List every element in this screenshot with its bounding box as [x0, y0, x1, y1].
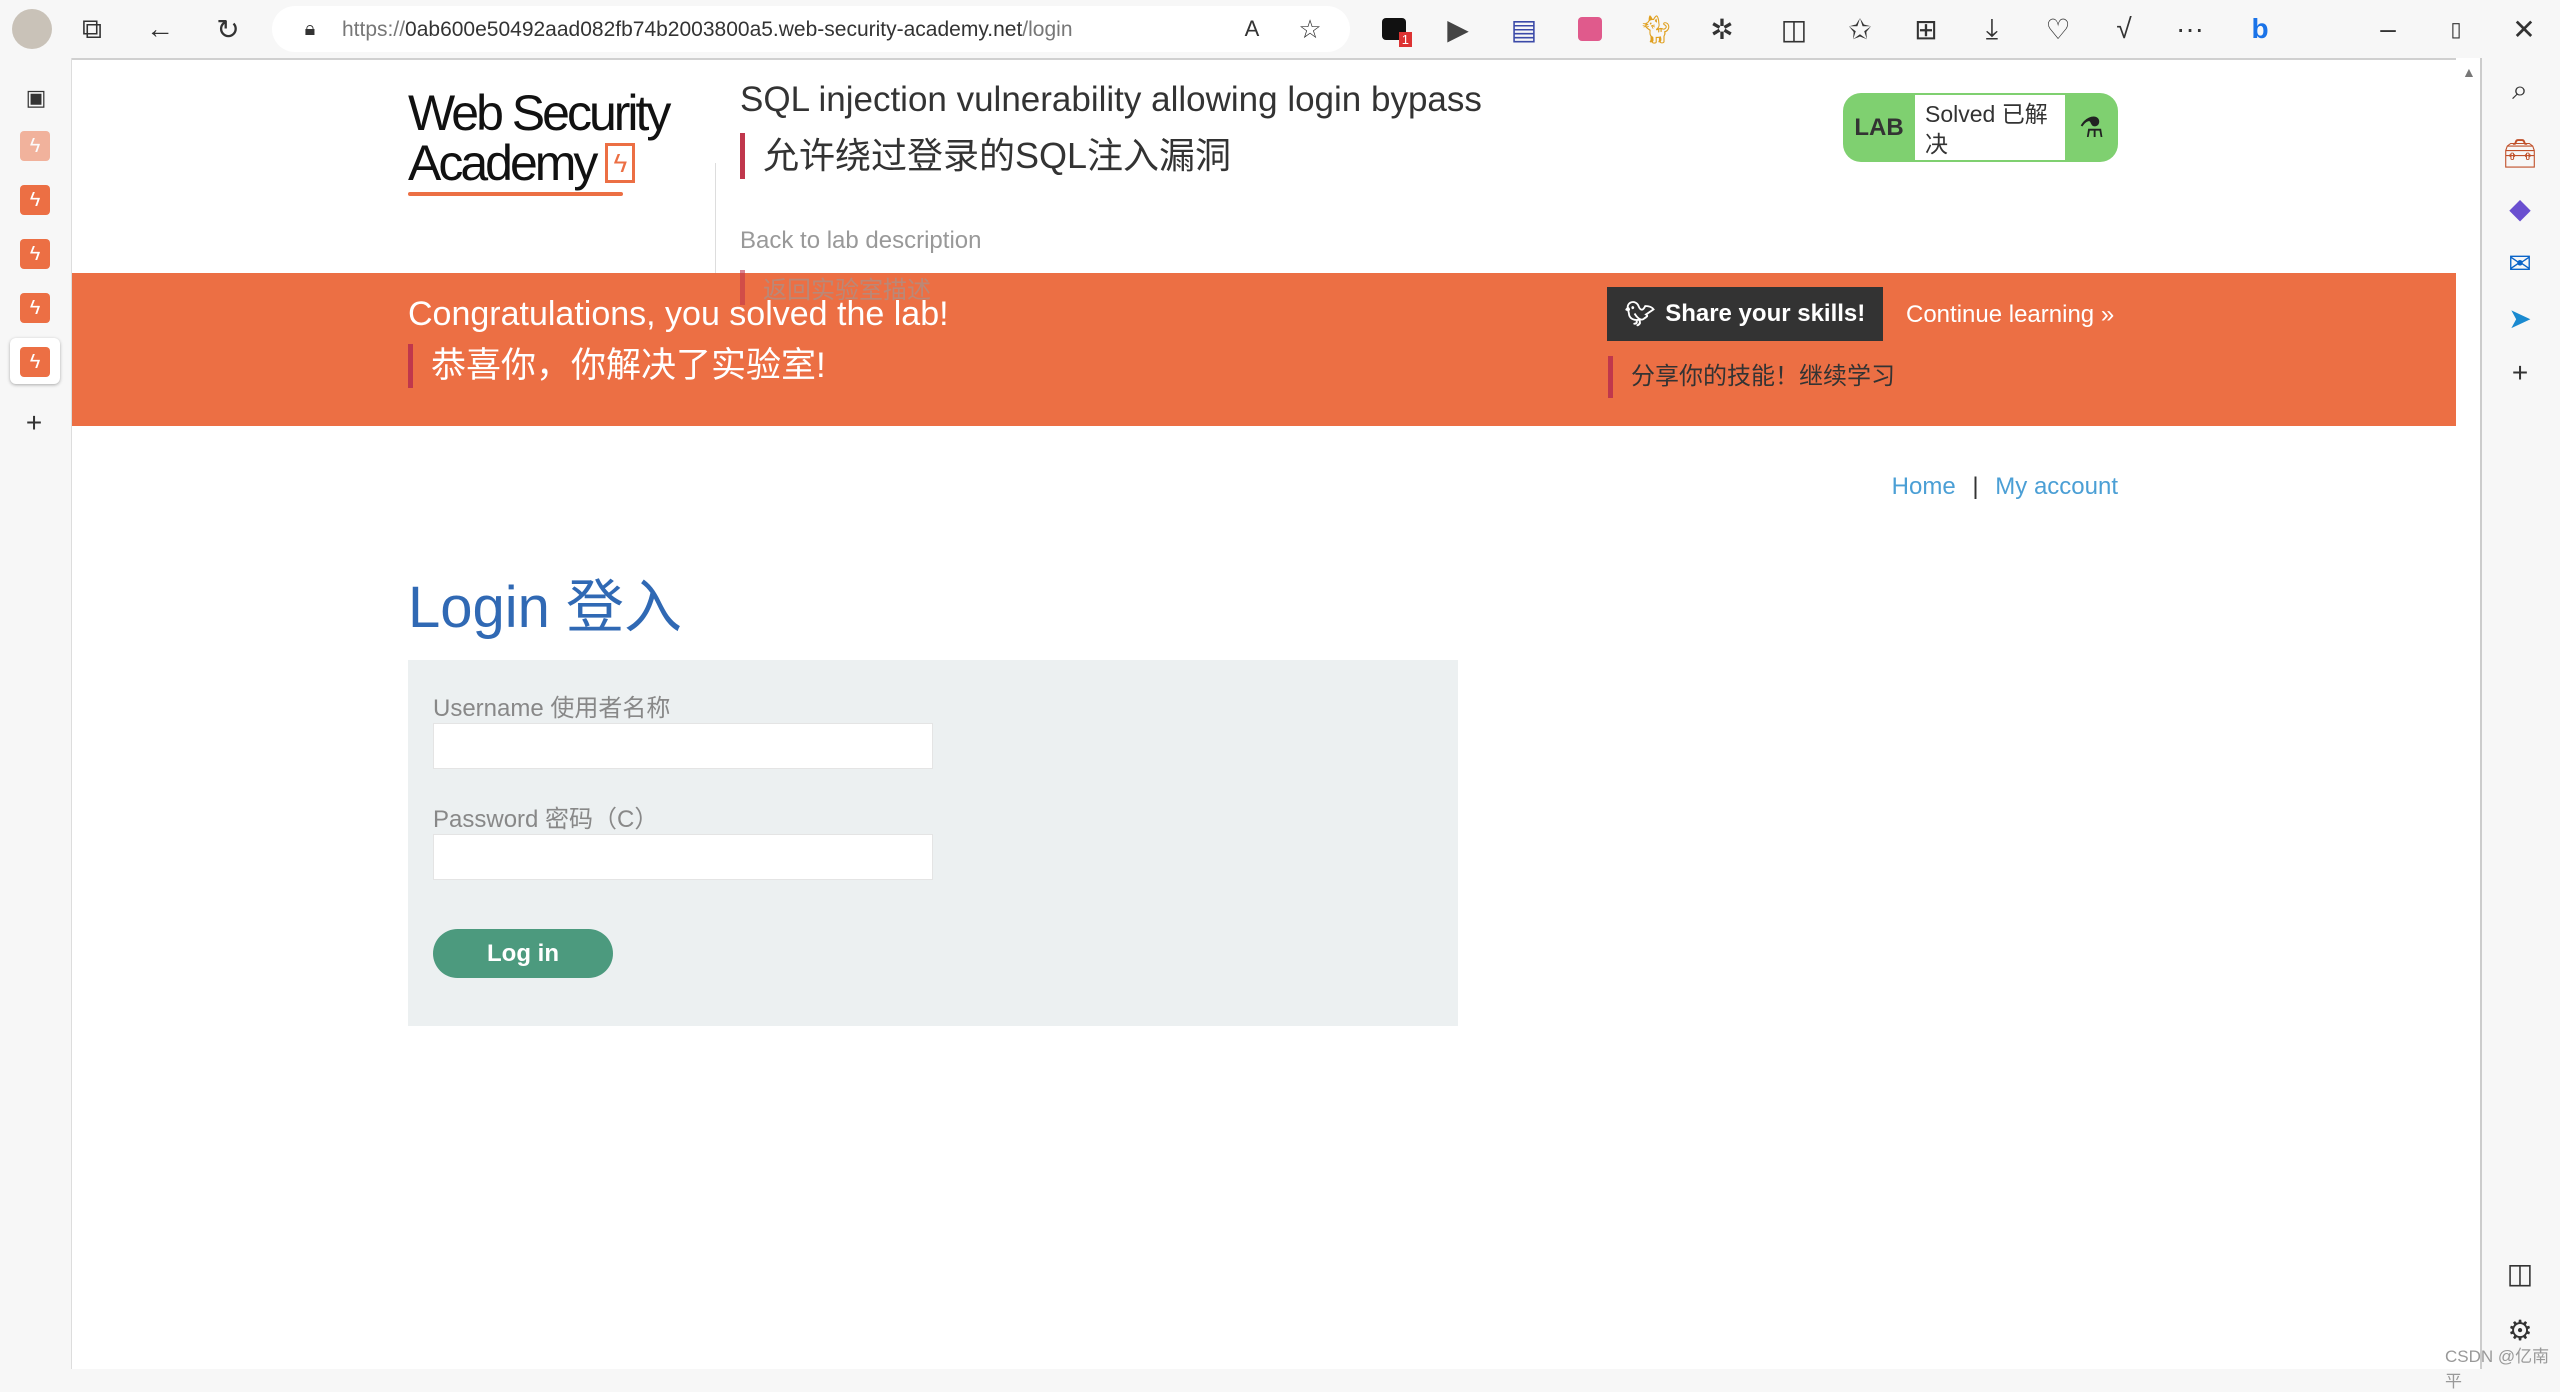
- search-icon[interactable]: ⌕: [2500, 70, 2540, 110]
- performance-icon[interactable]: ♡: [2038, 9, 2078, 49]
- restore-icon[interactable]: ▯: [2436, 9, 2476, 49]
- tools-icon[interactable]: 🧰︎: [2500, 133, 2540, 173]
- logo-line1: Web Security: [408, 85, 671, 141]
- collections-icon[interactable]: ⊞: [1906, 9, 1946, 49]
- notification-badge: 1: [1398, 32, 1412, 47]
- double-chevron-right-icon: »: [2100, 301, 2115, 328]
- lab-title-cn: 允许绕过登录的SQL注入漏洞: [740, 133, 1231, 179]
- tab-favicon[interactable]: ϟ: [20, 239, 50, 269]
- favorites-icon[interactable]: ✩: [1840, 9, 1880, 49]
- nav-separator: |: [1972, 473, 1979, 500]
- logo-bolt-icon: ϟ: [605, 143, 636, 183]
- password-input[interactable]: [433, 834, 933, 880]
- lab-title: SQL injection vulnerability allowing log…: [740, 80, 1482, 119]
- reader-icon[interactable]: ▤: [1504, 9, 1544, 49]
- more-icon[interactable]: ···: [2170, 9, 2210, 49]
- extension-icon[interactable]: 1: [1374, 9, 1414, 49]
- close-icon[interactable]: ✕: [2504, 9, 2544, 49]
- new-tab-icon[interactable]: +: [14, 403, 54, 443]
- play-icon[interactable]: ▶: [1438, 9, 1478, 49]
- split-screen-icon[interactable]: ◫: [1774, 9, 1814, 49]
- tab-favicon[interactable]: ϟ: [20, 131, 50, 161]
- login-button[interactable]: Log in: [433, 929, 613, 978]
- add-icon[interactable]: +: [2500, 353, 2540, 393]
- top-nav: Home | My account: [1800, 473, 2118, 501]
- url-prefix: https://: [342, 18, 406, 41]
- share-skills-label: Share your skills!: [1665, 300, 1866, 327]
- login-heading: Login 登入: [408, 575, 683, 640]
- url-host: 0ab600e50492aad082fb74b2003800a5.web-sec…: [405, 18, 1023, 41]
- tab-actions-icon[interactable]: ⧉: [72, 9, 112, 49]
- continue-learning-link[interactable]: Continue learning »: [1906, 301, 2114, 329]
- flask-icon: ⚗: [2078, 112, 2105, 143]
- lab-status-badge: LAB Solved 已解决 ⚗: [1843, 93, 2118, 162]
- refresh-icon[interactable]: ↻: [208, 9, 248, 49]
- twitter-icon: 🐦︎: [1624, 300, 1656, 328]
- minimize-icon[interactable]: –: [2368, 9, 2408, 49]
- logo[interactable]: Web Security Academy ϟ: [408, 88, 708, 196]
- copilot-icon[interactable]: b: [2240, 9, 2280, 49]
- continue-learning-label: Continue learning: [1906, 301, 2095, 328]
- congrats-message-cn: 恭喜你，你解决了实验室!: [408, 344, 826, 388]
- tab-manager-icon[interactable]: ▣: [16, 78, 56, 118]
- edge-sidebar: ⌕ 🧰︎ ◆ ✉ ➤ + ◫ ⚙: [2480, 58, 2560, 1369]
- read-aloud-icon[interactable]: A: [1232, 9, 1272, 49]
- vertical-tabs-sidebar: ▣ ϟ ϟ ϟ ϟ ϟ +: [0, 58, 72, 1369]
- scrollbar[interactable]: ▲: [2456, 58, 2480, 1369]
- back-to-lab-link[interactable]: Back to lab description: [740, 227, 981, 255]
- send-icon[interactable]: ➤: [2500, 298, 2540, 338]
- tab-favicon-active[interactable]: ϟ: [20, 347, 50, 377]
- address-bar[interactable]: 🔒︎ https://0ab600e50492aad082fb74b200380…: [272, 6, 1350, 52]
- math-solver-icon[interactable]: √: [2104, 9, 2144, 49]
- tab-favicon[interactable]: ϟ: [20, 293, 50, 323]
- share-message-cn: 分享你的技能！继续学习: [1608, 356, 1895, 398]
- badge-lab-label: LAB: [1854, 113, 1904, 141]
- tab-favicon[interactable]: ϟ: [20, 185, 50, 215]
- badge-status: Solved 已解决: [1915, 95, 2065, 160]
- home-link[interactable]: Home: [1892, 473, 1956, 500]
- cat-extension-icon[interactable]: 🐈︎: [1636, 9, 1676, 49]
- url-path: /login: [1022, 18, 1073, 41]
- translate-icon[interactable]: [1570, 9, 1610, 49]
- favorite-star-icon[interactable]: ☆: [1290, 9, 1330, 49]
- watermark: CSDN @亿南平: [2445, 1347, 2550, 1391]
- outlook-icon[interactable]: ✉: [2500, 243, 2540, 283]
- share-skills-button[interactable]: 🐦︎ Share your skills!: [1607, 287, 1883, 341]
- lock-icon: 🔒︎: [304, 17, 316, 40]
- extensions-icon[interactable]: ✲: [1702, 9, 1742, 49]
- back-to-lab-link-cn[interactable]: 返回实验室描述: [740, 270, 931, 305]
- download-icon[interactable]: ⤓: [1972, 9, 2012, 49]
- back-icon[interactable]: ←: [140, 9, 180, 49]
- password-label: Password 密码（C）: [433, 806, 659, 833]
- username-label: Username 使用者名称: [433, 695, 671, 722]
- office-icon[interactable]: ◆: [2500, 188, 2540, 228]
- my-account-link[interactable]: My account: [1995, 473, 2118, 500]
- logo-line2: Academy: [408, 135, 598, 191]
- sidebar-toggle-icon[interactable]: ◫: [2500, 1253, 2540, 1293]
- profile-avatar[interactable]: [12, 9, 52, 49]
- username-input[interactable]: [433, 723, 933, 769]
- login-form: Username 使用者名称 Password 密码（C） Log in: [408, 660, 1458, 1026]
- browser-toolbar: ⧉ ← ↻ 🔒︎ https://0ab600e50492aad082fb74b…: [0, 0, 2560, 58]
